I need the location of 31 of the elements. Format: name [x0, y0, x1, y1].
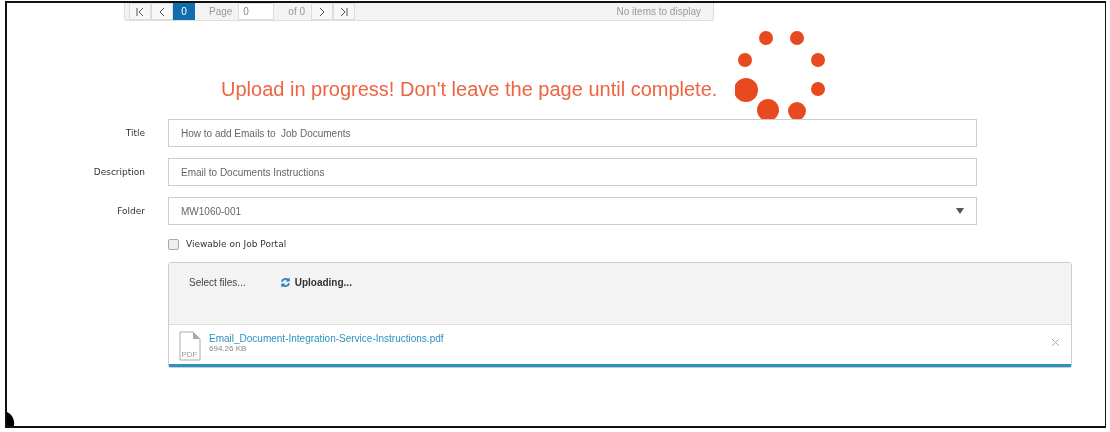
first-page-button[interactable] — [129, 3, 151, 20]
previous-icon — [157, 6, 167, 17]
last-page-icon — [339, 6, 350, 17]
close-icon[interactable] — [1052, 338, 1059, 346]
field-label: Folder — [116, 206, 145, 216]
upload-status: Uploading... — [294, 277, 352, 288]
field-label: Description — [92, 167, 145, 177]
dropdown-caret-icon — [956, 208, 964, 214]
field-label: Title — [124, 128, 145, 138]
text-field[interactable]: How to add Emails to Job Documents — [168, 119, 977, 147]
select-files-button[interactable]: Select files... — [181, 277, 254, 288]
pager-status: No items to display — [616, 6, 701, 17]
refresh-icon — [279, 277, 291, 288]
first-page-icon — [135, 6, 145, 17]
previous-page-button[interactable] — [151, 3, 173, 20]
upload-progress-message: Upload in progress! Don't leave the page until complete. — [221, 78, 718, 101]
checkbox-label: Viewable on Job Portal — [186, 239, 287, 249]
cursor-icon — [7, 412, 15, 426]
page-input[interactable]: 0 — [238, 3, 275, 20]
pdf-file-icon: PDF — [179, 331, 201, 361]
folder-dropdown[interactable]: MW1060-001 — [168, 197, 977, 225]
file-name-link[interactable]: Email_Document-Integration-Service-Instructions.pdf — [209, 333, 444, 344]
page-count: of 0 — [288, 6, 306, 17]
checkbox[interactable] — [168, 238, 179, 250]
current-page-button[interactable]: 0 — [173, 3, 195, 20]
page-label: Page — [209, 6, 233, 17]
last-page-button[interactable] — [333, 3, 356, 20]
next-page-button[interactable] — [311, 3, 334, 20]
loading-spinner-icon — [735, 29, 825, 119]
file-size: 694.26 KB — [209, 344, 248, 353]
text-field[interactable]: Email to Documents Instructions — [168, 158, 977, 186]
